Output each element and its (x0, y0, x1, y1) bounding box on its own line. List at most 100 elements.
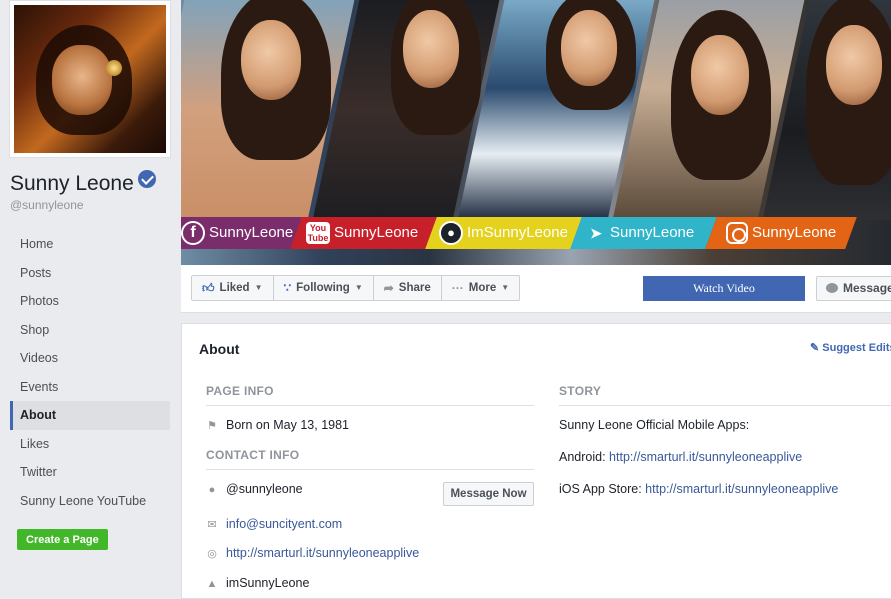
share-label: Share (398, 282, 431, 294)
social-youtube: You Tube SunnyLeone (306, 217, 418, 249)
profile-jewel-shape (106, 60, 122, 76)
cover-face-3 (561, 10, 617, 86)
cover-face-1 (241, 20, 301, 100)
nav-item-shop[interactable]: Shop (10, 316, 170, 345)
page-handle[interactable]: @sunnyleone (10, 198, 84, 212)
nav-item-home[interactable]: Home (10, 230, 170, 259)
cover-social-bar: f SunnyLeone You Tube SunnyLeone ● ImSunn… (181, 217, 891, 249)
email-row: ✉ info@suncityent.com (206, 517, 342, 531)
page-info-heading: PAGE INFO (206, 384, 274, 398)
website-link[interactable]: http://smarturl.it/sunnyleoneapplive (226, 546, 419, 560)
page-action-group: 👍︎ Liked ▼ ∵ Following ▼ ➦ Share ··· Mor… (191, 275, 521, 301)
youtube-icon: You Tube (306, 222, 330, 244)
messenger-icon: ● (208, 484, 216, 496)
social-facebook: f SunnyLeone (181, 217, 293, 249)
twitter-icon: ➤ (590, 225, 602, 241)
social-facebook-label: SunnyLeone (209, 224, 294, 241)
about-card: About ✎ Suggest Edits PAGE INFO ⚑ Born on… (181, 323, 891, 599)
social-twitter-label: SunnyLeone (610, 224, 695, 241)
social-twitter: ➤ SunnyLeone (586, 217, 694, 249)
email-link[interactable]: info@suncityent.com (226, 517, 342, 531)
page-nav: Home Posts Photos Shop Videos Events Abo… (10, 230, 170, 515)
suggest-edits-label: Suggest Edits (822, 342, 891, 354)
nav-item-twitter[interactable]: Twitter (10, 458, 170, 487)
profile-picture-frame[interactable] (9, 0, 171, 158)
create-page-button[interactable]: Create a Page (17, 529, 108, 550)
messenger-icon (826, 283, 838, 293)
nav-item-photos[interactable]: Photos (10, 287, 170, 316)
more-label: More (468, 282, 497, 294)
flag-icon: ⚑ (207, 420, 217, 432)
ios-label: iOS App Store: (559, 482, 642, 496)
profile-face-shape (52, 45, 112, 115)
messenger-handle: @sunnyleone (226, 482, 303, 496)
watch-video-button[interactable]: Watch Video (643, 276, 805, 301)
profile-picture[interactable] (14, 5, 166, 153)
nav-item-likes[interactable]: Likes (10, 430, 170, 459)
messenger-row: ● @sunnyleone (206, 482, 303, 496)
cover-face-2 (403, 10, 459, 88)
left-column: Sunny Leone @sunnyleone Home Posts Photo… (0, 0, 180, 599)
nav-item-videos[interactable]: Videos (10, 344, 170, 373)
social-snapchat-label: ImSunnyLeone (467, 224, 568, 241)
following-label: Following (296, 282, 350, 294)
contact-info-heading: CONTACT INFO (206, 448, 300, 462)
nav-item-youtube[interactable]: Sunny Leone YouTube (10, 487, 170, 516)
share-arrow-icon: ➦ (383, 281, 394, 295)
social-instagram: SunnyLeone (726, 217, 836, 249)
chevron-down-icon: ▼ (501, 283, 510, 292)
youtube-icon-text-1: You (309, 223, 327, 233)
android-label: Android: (559, 450, 606, 464)
ios-link[interactable]: http://smarturl.it/sunnyleoneapplive (645, 482, 838, 496)
chevron-down-icon: ▼ (254, 283, 263, 292)
share-button[interactable]: ➦ Share (374, 276, 442, 300)
message-button[interactable]: Message (816, 276, 891, 301)
story-heading: STORY (559, 384, 602, 398)
contact-info-divider (206, 469, 534, 470)
nav-item-events[interactable]: Events (10, 373, 170, 402)
nav-item-about[interactable]: About (10, 401, 170, 430)
born-text: Born on May 13, 1981 (226, 418, 349, 432)
born-row: ⚑ Born on May 13, 1981 (206, 418, 349, 432)
social-snapchat: ● ImSunnyLeone (439, 217, 568, 249)
about-title: About (199, 341, 240, 357)
nav-item-posts[interactable]: Posts (10, 259, 170, 288)
liked-button[interactable]: 👍︎ Liked ▼ (192, 276, 274, 300)
snapchat-icon: ● (439, 221, 463, 245)
thumbs-up-icon: 👍︎ (202, 281, 215, 295)
cover-face-4 (691, 35, 749, 115)
website-row: ◎ http://smarturl.it/sunnyleoneapplive (206, 546, 419, 560)
ellipsis-icon: ··· (451, 281, 464, 295)
page-info-divider (206, 405, 534, 406)
page-title[interactable]: Sunny Leone (10, 170, 156, 196)
envelope-icon: ✉ (207, 519, 217, 531)
story-android-row: Android: http://smarturl.it/sunnyleoneap… (559, 450, 802, 464)
chevron-down-icon: ▼ (354, 283, 363, 292)
instagram-icon (726, 222, 748, 244)
cover-face-5 (826, 25, 882, 105)
page-action-bar: 👍︎ Liked ▼ ∵ Following ▼ ➦ Share ··· Mor… (181, 265, 891, 313)
snapchat-row: ▲ imSunnyLeone (206, 576, 310, 590)
suggest-edits-link[interactable]: ✎ Suggest Edits (810, 341, 891, 354)
cover-photo[interactable]: f SunnyLeone You Tube SunnyLeone ● ImSunn… (181, 0, 891, 265)
message-now-button[interactable]: Message Now (443, 482, 534, 506)
liked-label: Liked (219, 282, 250, 294)
social-instagram-label: SunnyLeone (752, 224, 837, 241)
pencil-icon: ✎ (810, 342, 820, 354)
social-youtube-label: SunnyLeone (334, 224, 419, 241)
snapchat-handle: imSunnyLeone (226, 576, 310, 590)
android-link[interactable]: http://smarturl.it/sunnyleoneapplive (609, 450, 802, 464)
story-ios-row: iOS App Store: http://smarturl.it/sunnyl… (559, 482, 838, 496)
youtube-icon-text-2: Tube (307, 233, 329, 243)
story-line-1: Sunny Leone Official Mobile Apps: (559, 418, 750, 432)
following-button[interactable]: ∵ Following ▼ (274, 276, 374, 300)
verified-badge-icon (137, 170, 156, 188)
rss-icon: ∵ (283, 281, 292, 295)
message-label: Message (843, 281, 891, 295)
more-button[interactable]: ··· More ▼ (442, 276, 519, 300)
story-divider (559, 405, 891, 406)
globe-icon: ◎ (207, 548, 217, 560)
page-name-text[interactable]: Sunny Leone (10, 172, 134, 195)
facebook-icon: f (181, 221, 205, 245)
snapchat-ghost-icon: ▲ (206, 578, 218, 590)
